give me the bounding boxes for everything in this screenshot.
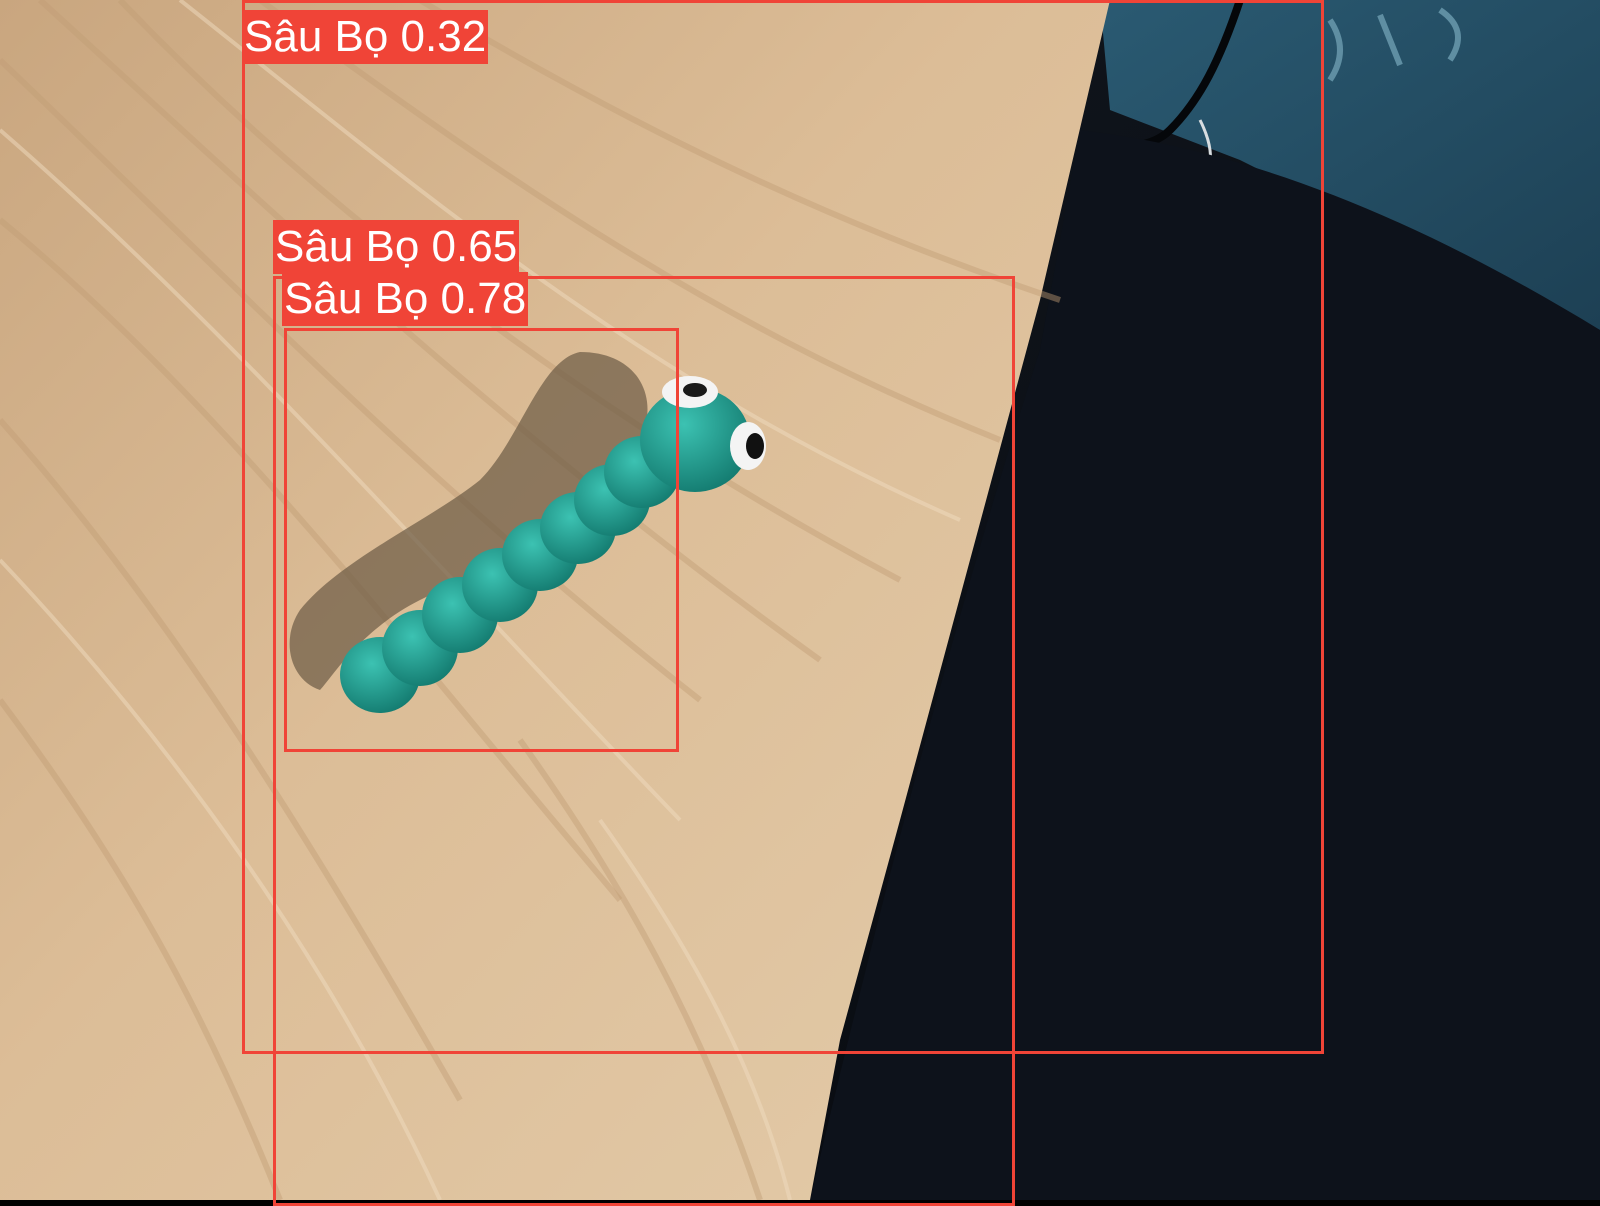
detection-label-3: Sâu Bọ 0.78 [282,272,529,326]
detection-box-3 [284,328,679,752]
detection-label-2: Sâu Bọ 0.65 [273,220,520,274]
detection-label-1: Sâu Bọ 0.32 [242,10,489,64]
